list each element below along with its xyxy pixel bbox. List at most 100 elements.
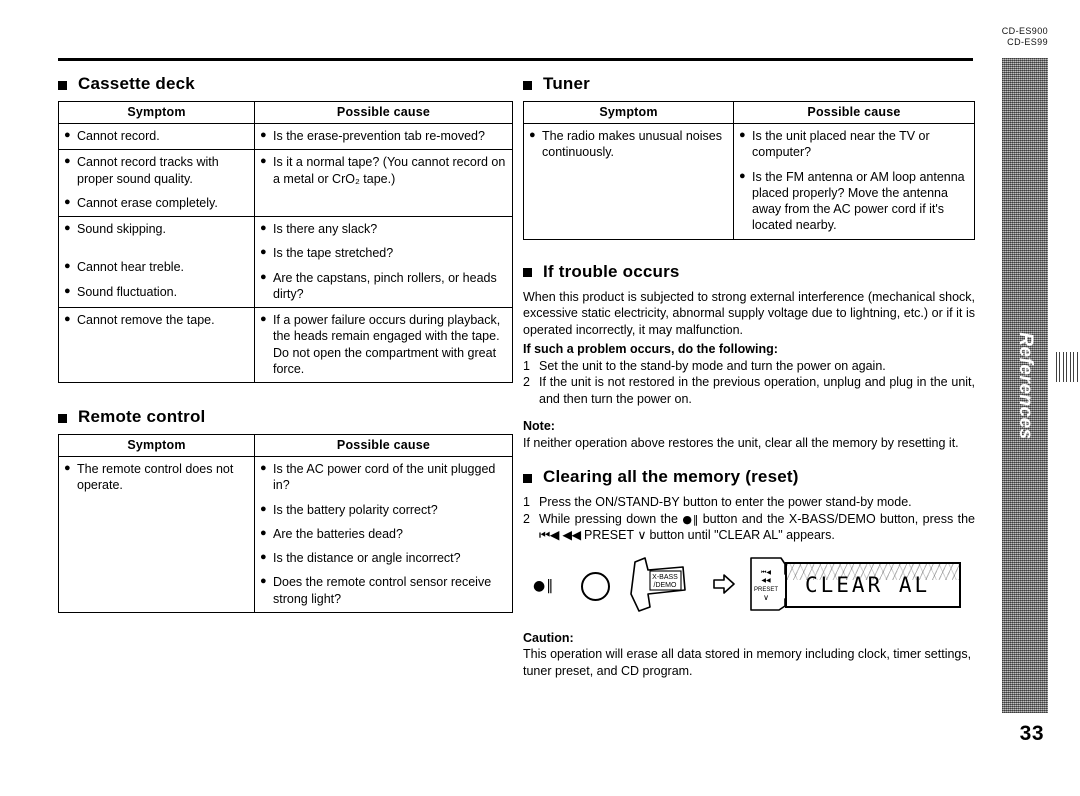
preset-label-line1: ⏮◀ — [761, 569, 771, 576]
step-text-part-2: button and the X-BASS/DEMO button, press… — [698, 511, 975, 526]
remote-control-table: Symptom Possible cause ● The remote cont… — [58, 434, 513, 613]
column-header-symptom: Symptom — [523, 101, 734, 124]
list-item: ● Are the capstans, pinch rollers, or he… — [260, 270, 507, 303]
dot-bullet-icon: ● — [64, 313, 71, 325]
table-header-row: Symptom Possible cause — [58, 101, 513, 124]
list-item: 1 Set the unit to the stand-by mode and … — [523, 358, 975, 375]
list-item: ● Is the FM antenna or AM loop antenna p… — [739, 169, 969, 234]
cause-cell: ● Is the erase-prevention tab re-moved? — [254, 122, 513, 151]
dot-bullet-icon: ● — [64, 260, 71, 273]
symptom-cell: ● Cannot record. — [58, 122, 255, 151]
xbass-demo-button-callout: X-BASS /DEMO — [630, 556, 686, 612]
table-header-row: Symptom Possible cause — [523, 101, 975, 124]
table-row: ● Sound skipping. ● Cannot hear treble. — [58, 216, 513, 308]
dot-bullet-icon: ● — [260, 526, 267, 539]
section-heading-label: If trouble occurs — [543, 261, 680, 281]
list-item-label: Sound skipping. — [77, 222, 166, 236]
header-rule — [58, 58, 973, 61]
model-number-primary: CD-ES900 — [1001, 26, 1048, 36]
step-number: 2 — [523, 375, 530, 389]
list-item: ● Is the distance or angle incorrect? — [260, 550, 507, 566]
dot-bullet-icon: ● — [64, 222, 71, 234]
list-item-label: Is the distance or angle incorrect? — [273, 551, 461, 565]
list-item-label: Does the remote control sensor receive s… — [273, 575, 492, 606]
list-item: ● Is the erase-prevention tab re-moved? — [260, 128, 507, 144]
list-item: ● Cannot record tracks with proper sound… — [64, 154, 249, 187]
tuner-table: Symptom Possible cause ● The radio makes… — [523, 101, 975, 240]
list-item: ● Is the tape stretched? — [260, 245, 507, 261]
table-row: ● Cannot record tracks with proper sound… — [58, 149, 513, 217]
dot-bullet-icon: ● — [739, 129, 746, 141]
step-text: Press the ON/STAND-BY button to enter th… — [539, 495, 912, 509]
list-item: ● The radio makes unusual noises continu… — [529, 128, 728, 161]
dot-bullet-icon: ● — [64, 155, 71, 168]
cause-cell: ● Is it a normal tape? (You cannot recor… — [254, 149, 513, 217]
square-bullet-icon — [523, 473, 532, 483]
list-item: ● Cannot erase completely. — [64, 195, 249, 211]
chevron-down-icon: ∨ — [637, 527, 646, 543]
right-column: Tuner Symptom Possible cause ● The radio… — [523, 74, 975, 679]
cause-cell: ● Is the unit placed near the TV or comp… — [733, 123, 975, 240]
cause-cell: ● Is there any slack? ● Is the tape stre… — [254, 216, 513, 308]
dot-bullet-icon: ● — [260, 222, 267, 234]
square-bullet-icon — [58, 413, 67, 423]
step-text-part-3: PRESET — [580, 528, 638, 543]
skip-back-rewind-icon: ⏮◀ ◀◀ — [539, 527, 581, 543]
model-number-secondary: CD-ES99 — [1007, 37, 1048, 48]
list-item-label: Cannot record. — [77, 129, 160, 143]
dot-bullet-icon: ● — [260, 246, 267, 259]
step-number: 1 — [523, 358, 530, 373]
list-item-label: The remote control does not operate. — [77, 462, 234, 493]
section-heading-label: Tuner — [543, 74, 590, 93]
list-item: ● The remote control does not operate. — [64, 461, 249, 494]
list-item: 2 While pressing down the ●‖ button and … — [523, 511, 975, 544]
record-pause-icon: ●‖ — [533, 577, 555, 594]
list-item-label: Is the tape stretched? — [273, 246, 394, 261]
list-item-label: Cannot erase completely. — [77, 195, 218, 210]
trouble-steps-list: 1 Set the unit to the stand-by mode and … — [523, 358, 975, 408]
list-item-label: Is the unit placed near the TV or comput… — [752, 129, 930, 160]
list-item: ● Does the remote control sensor receive… — [260, 574, 507, 607]
square-bullet-icon — [58, 80, 67, 90]
list-item-label: Is the AC power cord of the unit plugged… — [273, 462, 496, 493]
list-item-label: Are the batteries dead? — [273, 526, 403, 541]
xbass-label-line2: /DEMO — [654, 582, 678, 589]
model-number-block: CD-ES900 CD-ES99 — [1002, 26, 1048, 49]
list-item: 2 If the unit is not restored in the pre… — [523, 374, 975, 407]
dot-bullet-icon: ● — [260, 129, 267, 141]
section-heading-clearing-memory: Clearing all the memory (reset) — [523, 467, 975, 487]
dot-bullet-icon: ● — [260, 551, 267, 563]
cassette-deck-table: Symptom Possible cause ● Cannot record. — [58, 101, 513, 383]
xbass-label-line1: X-BASS — [652, 574, 678, 581]
dot-bullet-icon: ● — [260, 270, 267, 283]
step-text-part-4: button until "CLEAR AL" appears. — [645, 528, 835, 543]
symptom-cell: ● Cannot record tracks with proper sound… — [58, 149, 255, 217]
list-item-label: Cannot record tracks with proper sound q… — [77, 155, 219, 186]
trouble-lead-text: If such a problem occurs, do the followi… — [523, 342, 778, 356]
dot-bullet-icon: ● — [64, 462, 71, 474]
table-row: ● The remote control does not operate. ●… — [58, 456, 513, 613]
list-item-label: Is the battery polarity correct? — [273, 502, 438, 517]
round-button-icon — [581, 571, 610, 601]
section-heading-remote-control: Remote control — [58, 407, 513, 427]
section-heading-label: Cassette deck — [78, 74, 195, 93]
square-bullet-icon — [523, 268, 532, 277]
list-item: ● Sound skipping. — [64, 221, 249, 237]
note-text: If neither operation above restores the … — [523, 435, 959, 450]
lcd-display-text: CLEAR AL — [805, 572, 931, 597]
step-text: While pressing down the ●‖ button and th… — [539, 511, 975, 544]
reset-procedure-illustration: ●‖ X-BASS /DEMO ⏮◀ ◀◀ PRESET ∨ CLEAR AL — [523, 554, 975, 616]
table-row: ● The radio makes unusual noises continu… — [523, 123, 975, 240]
list-item: ● Cannot remove the tape. — [64, 312, 249, 328]
list-item-label: Sound fluctuation. — [77, 284, 178, 299]
dot-bullet-icon: ● — [64, 129, 71, 141]
table-row: ● Cannot record. ● Is the erase-preventi… — [58, 122, 513, 151]
arrow-right-icon — [713, 573, 735, 594]
dot-bullet-icon: ● — [260, 462, 267, 474]
list-item-label: If a power failure occurs during playbac… — [273, 313, 501, 376]
clearing-memory-steps-list: 1 Press the ON/STAND-BY button to enter … — [523, 494, 975, 544]
table-header-row: Symptom Possible cause — [58, 434, 513, 457]
step-text-part-1: While pressing down the — [539, 511, 683, 526]
cause-cell: ● Is the AC power cord of the unit plugg… — [254, 456, 513, 613]
manual-page: CD-ES900 CD-ES99 Cassette deck Symptom P… — [0, 0, 1080, 796]
